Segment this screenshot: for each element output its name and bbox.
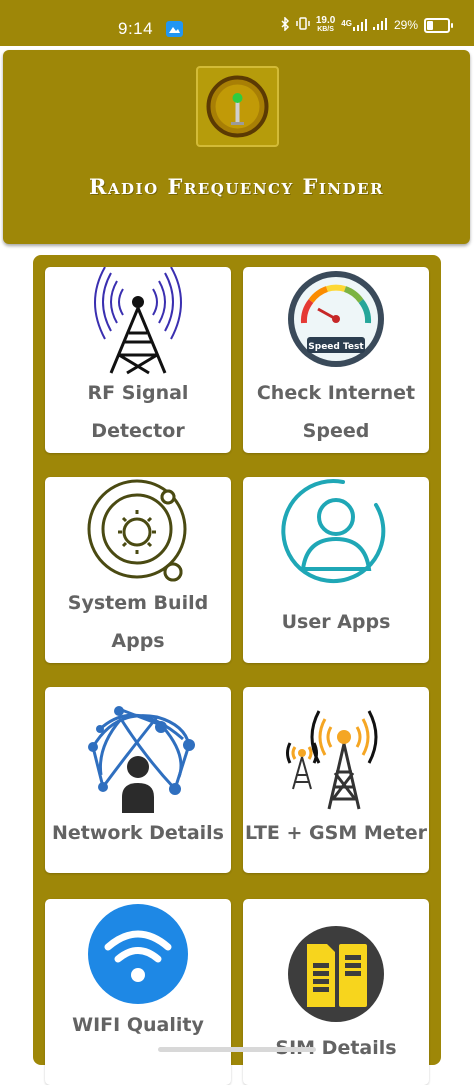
- menu-card-check-internet-speed[interactable]: Speed Test Check Internet Speed: [243, 267, 429, 453]
- signal-bars-icon: [372, 17, 388, 33]
- home-indicator[interactable]: [158, 1047, 316, 1052]
- bluetooth-icon: [281, 15, 290, 34]
- cell-towers-icon: [243, 687, 429, 810]
- menu-card-lte-gsm-meter[interactable]: LTE + GSM Meter: [243, 687, 429, 873]
- menu-card-network-details[interactable]: Network Details: [45, 687, 231, 873]
- menu-card-label: LTE + GSM Meter: [245, 822, 427, 844]
- signal-4g-icon: 4G: [341, 19, 367, 31]
- net-speed-value: 19.0: [315, 15, 336, 26]
- status-time: 9:14: [118, 19, 154, 38]
- radio-tower-icon: [45, 266, 231, 377]
- app-header: Radio Frequency Finder: [3, 50, 470, 244]
- menu-card-system-build-apps[interactable]: System Build Apps: [45, 477, 231, 663]
- menu-card-label: WIFI Quality: [72, 1014, 204, 1036]
- menu-card-label: Network Details: [52, 822, 224, 844]
- battery-percent: 29%: [393, 18, 418, 32]
- user-icon: [243, 477, 429, 587]
- vibrate-icon: [296, 17, 310, 33]
- speed-test-icon: Speed Test: [243, 267, 429, 377]
- speed-test-icon-text: Speed Test: [308, 342, 364, 352]
- battery-fill: [427, 20, 433, 30]
- menu-card-label: RF Signal Detector: [87, 382, 189, 442]
- app-title: Radio Frequency Finder: [88, 174, 385, 199]
- wifi-icon: [45, 899, 231, 1009]
- net-speed: 19.0 KB/S: [316, 16, 335, 34]
- menu-card-user-apps[interactable]: User Apps: [243, 477, 429, 663]
- menu-card-sim-details[interactable]: SIM Details: [243, 899, 429, 1085]
- sim-card-icon: [243, 899, 429, 1029]
- menu-card-wifi-quality[interactable]: WIFI Quality: [45, 899, 231, 1085]
- menu-card-rf-signal-detector[interactable]: RF Signal Detector: [45, 266, 231, 453]
- battery-icon: [424, 17, 453, 33]
- status-indicators: 19.0 KB/S 4G 29%: [281, 15, 453, 34]
- network-globe-icon: [45, 687, 231, 813]
- menu-card-label: System Build Apps: [67, 592, 209, 652]
- notification-app-icon: [166, 21, 183, 37]
- system-orbit-icon: [45, 477, 231, 587]
- network-type: 4G: [341, 19, 352, 28]
- rf-antenna-logo-icon: [196, 66, 279, 147]
- status-bar: 9:14 19.0 KB/S 4G 29%: [0, 0, 474, 46]
- menu-card-label: Check Internet Speed: [256, 382, 416, 442]
- menu-card-label: User Apps: [281, 611, 391, 633]
- net-speed-unit: KB/S: [317, 26, 334, 33]
